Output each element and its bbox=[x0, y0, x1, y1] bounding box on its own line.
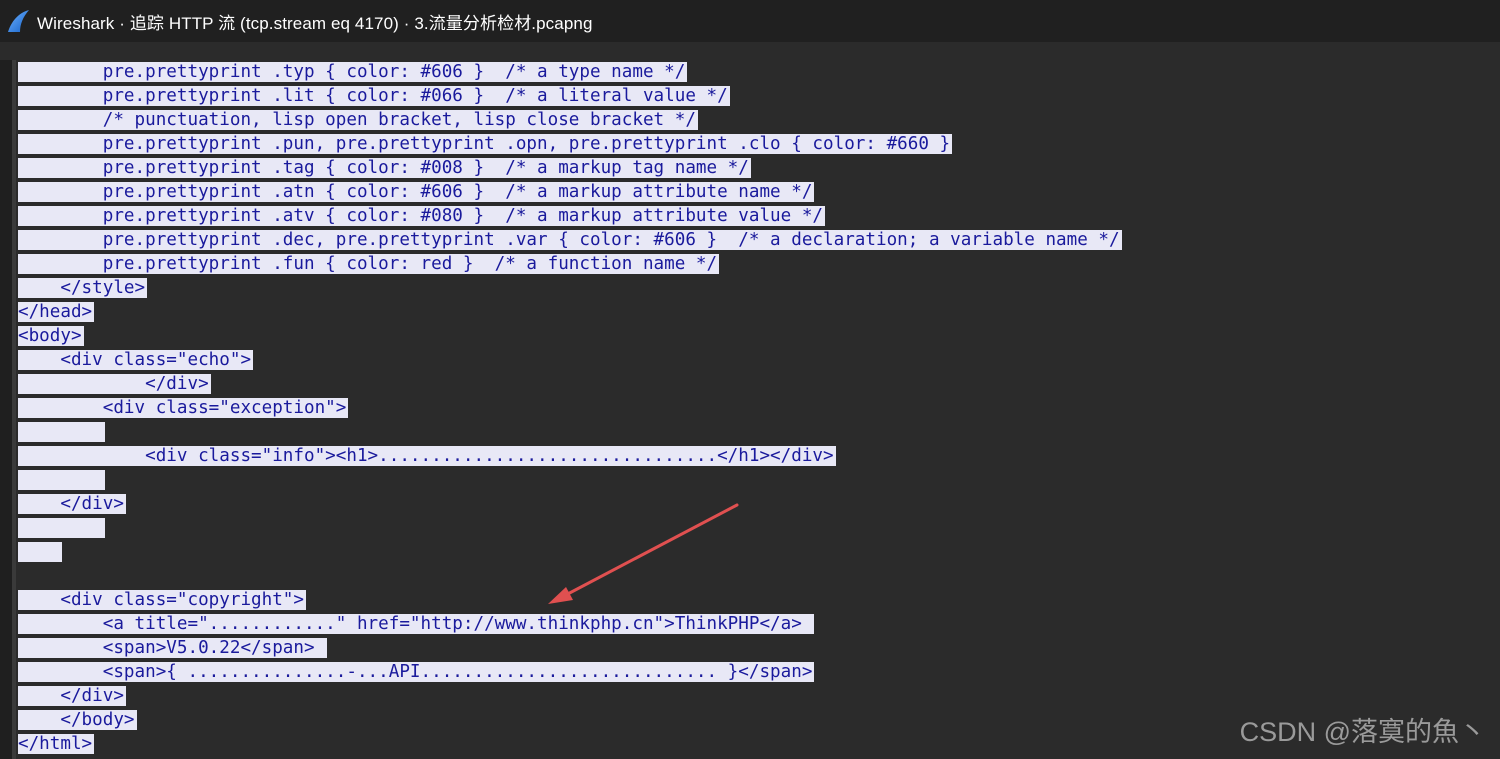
stream-line bbox=[18, 468, 105, 492]
stream-line: </style> bbox=[18, 278, 148, 298]
window-title: Wireshark · 追踪 HTTP 流 (tcp.stream eq 417… bbox=[37, 13, 593, 33]
stream-line: </div> bbox=[18, 686, 126, 706]
stream-line: pre.prettyprint .dec, pre.prettyprint .v… bbox=[18, 230, 1122, 250]
stream-line: pre.prettyprint .tag { color: #008 } /* … bbox=[18, 158, 751, 178]
toolbar-strip bbox=[0, 42, 1500, 60]
stream-line: <body> bbox=[18, 326, 84, 346]
stream-line: </div> bbox=[18, 374, 211, 394]
stream-line: pre.prettyprint .fun { color: red } /* a… bbox=[18, 254, 720, 274]
stream-line: pre.prettyprint .lit { color: #066 } /* … bbox=[18, 86, 730, 106]
stream-line: <div class="echo"> bbox=[18, 350, 254, 370]
follow-stream-text-area[interactable]: pre.prettyprint .typ { color: #606 } /* … bbox=[12, 60, 1500, 759]
stream-gutter bbox=[12, 60, 16, 759]
stream-line: <a title="............" href="http://www… bbox=[18, 614, 815, 634]
stream-line: pre.prettyprint .atn { color: #606 } /* … bbox=[18, 182, 815, 202]
stream-line: pre.prettyprint .atv { color: #080 } /* … bbox=[18, 206, 826, 226]
wireshark-fin-icon bbox=[8, 10, 29, 32]
stream-line: </div> bbox=[18, 494, 126, 514]
stream-line: <div class="copyright"> bbox=[18, 590, 306, 610]
stream-line: </head> bbox=[18, 302, 95, 322]
stream-line bbox=[18, 420, 105, 444]
stream-line bbox=[18, 516, 105, 540]
stream-line: <div class="exception"> bbox=[18, 398, 349, 418]
stream-line: <span>V5.0.22</span> bbox=[18, 638, 328, 658]
stream-line: /* punctuation, lisp open bracket, lisp … bbox=[18, 110, 698, 130]
stream-line: pre.prettyprint .pun, pre.prettyprint .o… bbox=[18, 134, 953, 154]
window-titlebar[interactable]: Wireshark · 追踪 HTTP 流 (tcp.stream eq 417… bbox=[0, 0, 1500, 42]
stream-line: <span>{ ...............-...API..........… bbox=[18, 662, 815, 682]
csdn-watermark: CSDN @落寞的魚丶 bbox=[1239, 717, 1486, 747]
stream-line: <div class="info"><h1>..................… bbox=[18, 446, 836, 466]
stream-line: pre.prettyprint .typ { color: #606 } /* … bbox=[18, 62, 688, 82]
stream-line: </html> bbox=[18, 734, 95, 754]
stream-line: </body> bbox=[18, 710, 137, 730]
stream-line bbox=[18, 540, 63, 564]
